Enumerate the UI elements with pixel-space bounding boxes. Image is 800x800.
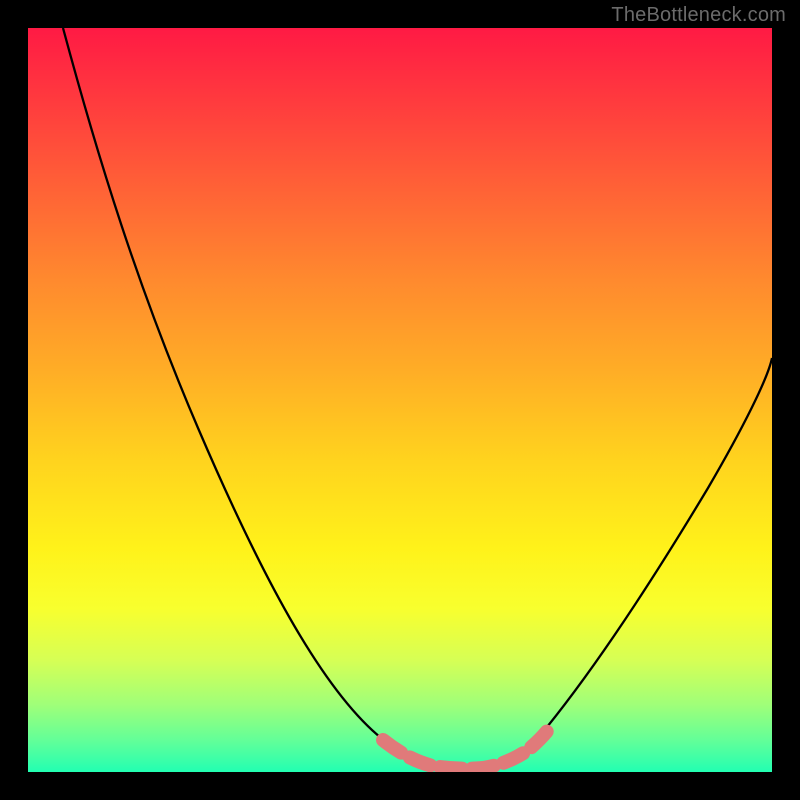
curve-layer: [28, 28, 772, 772]
optimal-range-highlight: [383, 730, 548, 769]
watermark-text: TheBottleneck.com: [611, 4, 786, 27]
chart-frame: TheBottleneck.com: [0, 0, 800, 800]
plot-area: [28, 28, 772, 772]
bottleneck-curve: [63, 28, 772, 768]
